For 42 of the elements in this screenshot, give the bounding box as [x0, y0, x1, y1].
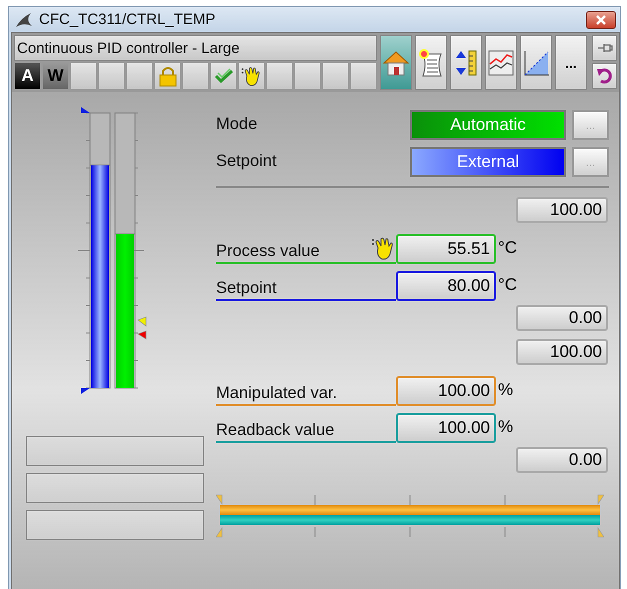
app-logo-icon: [15, 12, 33, 28]
unit-label: %: [497, 380, 514, 401]
value-field[interactable]: 100.00: [396, 413, 496, 443]
limit-value: 100.00: [516, 197, 608, 223]
lock-icon: [158, 65, 178, 87]
close-icon: [595, 14, 607, 24]
limit-value: 100.00: [516, 339, 608, 365]
limits-icon: [453, 48, 479, 78]
limit-marker-icon: [137, 330, 146, 340]
ramp-icon: [522, 48, 550, 76]
status-button[interactable]: [238, 62, 265, 90]
value-field[interactable]: 55.51: [396, 234, 496, 264]
pin-icon: [596, 42, 612, 54]
mode-status: External: [410, 146, 566, 176]
pin-button[interactable]: [592, 35, 617, 61]
unit-label: °C: [497, 275, 518, 296]
field-label: Setpoint: [216, 152, 278, 171]
view-button[interactable]: [485, 35, 517, 90]
mode-status: Automatic: [410, 110, 566, 140]
status-button[interactable]: A: [14, 62, 41, 90]
house-icon: [382, 48, 410, 76]
status-button[interactable]: W: [42, 62, 69, 90]
view-button[interactable]: [380, 35, 412, 90]
window-title: CFC_TC311/CTRL_TEMP: [39, 11, 216, 28]
faceplate-title: Continuous PID controller - Large: [14, 35, 377, 61]
limit-value: 0.00: [516, 447, 608, 473]
limit-marker-icon: [137, 316, 146, 327]
value-field[interactable]: 100.00: [396, 376, 496, 406]
view-button[interactable]: [520, 35, 552, 90]
field-label: Mode: [216, 115, 258, 134]
value-field[interactable]: 80.00: [396, 271, 496, 301]
view-button[interactable]: [450, 35, 482, 90]
view-button[interactable]: ...: [555, 35, 587, 90]
unit-label: %: [497, 417, 514, 438]
close-button[interactable]: [586, 10, 616, 28]
limit-value: 0.00: [516, 305, 608, 331]
undo-icon: [596, 67, 614, 85]
view-button[interactable]: [415, 35, 447, 90]
trend-icon: [487, 48, 515, 76]
check-icon: [214, 68, 234, 84]
undo-button[interactable]: [592, 63, 617, 89]
unit-label: °C: [497, 238, 518, 259]
